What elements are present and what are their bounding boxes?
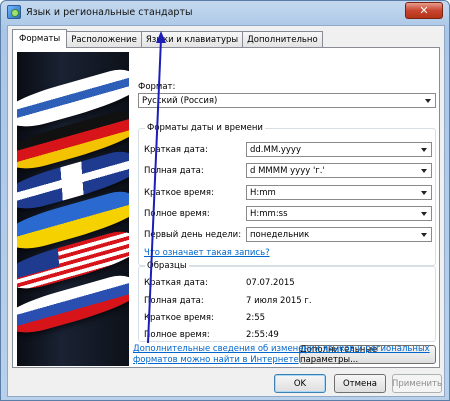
example-short-date-value: 07.07.2015 xyxy=(246,278,295,288)
apply-button[interactable]: Применить xyxy=(392,374,442,393)
first-day-label: Первый день недели: xyxy=(144,230,242,240)
window-title: Язык и региональные стандарты xyxy=(26,6,193,18)
format-select-value: Русский (Россия) xyxy=(142,95,218,106)
chevron-down-icon xyxy=(421,169,427,173)
tab-formats[interactable]: Форматы xyxy=(12,29,68,48)
examples-group-title: Образцы xyxy=(145,261,189,271)
short-time-select[interactable]: H:mm xyxy=(246,185,432,200)
chevron-down-icon xyxy=(421,148,427,152)
ok-button[interactable]: OK xyxy=(274,374,326,393)
long-date-value: d MMMM yyyy 'г.' xyxy=(250,165,325,176)
example-short-time-label: Краткое время: xyxy=(144,313,214,323)
long-date-select[interactable]: d MMMM yyyy 'г.' xyxy=(246,163,432,178)
flags-illustration xyxy=(17,52,129,366)
tab-administrative[interactable]: Дополнительно xyxy=(242,31,323,47)
example-short-time-value: 2:55 xyxy=(246,313,266,323)
example-long-time-label: Полное время: xyxy=(144,330,210,340)
example-short-date-label: Краткая дата: xyxy=(144,278,208,288)
example-long-date-value: 7 июля 2015 г. xyxy=(246,296,312,306)
formats-panel: Формат: Русский (Россия) Форматы даты и … xyxy=(12,47,440,368)
cancel-button[interactable]: Отмена xyxy=(334,374,386,393)
short-date-select[interactable]: dd.MM.yyyy xyxy=(246,142,432,157)
tab-location[interactable]: Расположение xyxy=(66,31,142,47)
datetime-group-title: Форматы даты и времени xyxy=(145,123,265,133)
notation-help-link[interactable]: Что означает такая запись? xyxy=(144,248,270,258)
long-time-select[interactable]: H:mm:ss xyxy=(246,206,432,221)
short-time-label: Краткое время: xyxy=(144,188,214,198)
short-date-value: dd.MM.yyyy xyxy=(250,144,301,155)
chevron-down-icon xyxy=(425,99,431,103)
short-time-value: H:mm xyxy=(250,187,276,198)
format-select[interactable]: Русский (Россия) xyxy=(138,93,436,108)
tab-keyboards-languages[interactable]: Языки и клавиатуры xyxy=(140,31,244,47)
online-info-link[interactable]: Дополнительные сведения об изменении язы… xyxy=(133,344,433,366)
dialog-window: Язык и региональные стандарты ✕ Форматы … xyxy=(0,0,450,401)
globe-icon xyxy=(7,5,21,19)
first-day-select[interactable]: понедельник xyxy=(246,227,432,242)
dialog-client-area: Форматы Расположение Языки и клавиатуры … xyxy=(7,25,445,397)
close-button[interactable]: ✕ xyxy=(405,2,443,19)
title-bar[interactable]: Язык и региональные стандарты ✕ xyxy=(1,1,449,23)
example-long-date-label: Полная дата: xyxy=(144,296,204,306)
long-date-label: Полная дата: xyxy=(144,166,204,176)
chevron-down-icon xyxy=(421,212,427,216)
chevron-down-icon xyxy=(421,233,427,237)
chevron-down-icon xyxy=(421,191,427,195)
short-date-label: Краткая дата: xyxy=(144,145,208,155)
long-time-value: H:mm:ss xyxy=(250,208,288,219)
tab-strip: Форматы Расположение Языки и клавиатуры … xyxy=(12,29,323,48)
format-label: Формат: xyxy=(138,82,176,92)
first-day-value: понедельник xyxy=(250,229,310,240)
long-time-label: Полное время: xyxy=(144,209,210,219)
example-long-time-value: 2:55:49 xyxy=(246,330,279,340)
